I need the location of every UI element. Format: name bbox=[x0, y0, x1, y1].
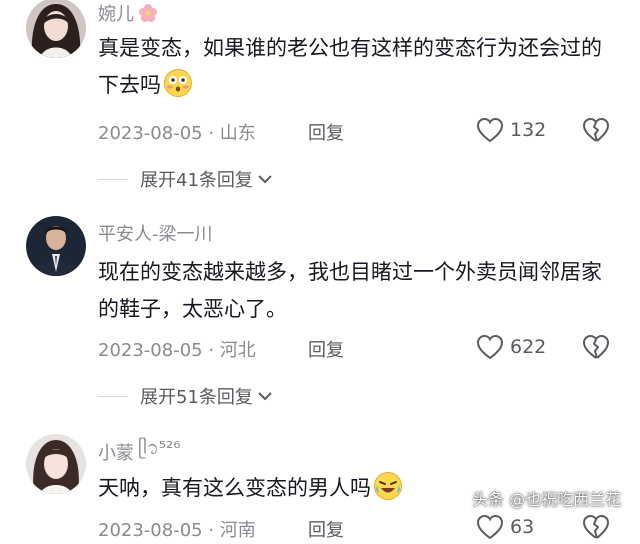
heart-icon bbox=[476, 514, 504, 540]
watermark-text: 头条 @也祝吃西兰花 bbox=[472, 490, 622, 509]
comment-meta: 2023-08-05 · 河北 回复 bbox=[98, 336, 344, 362]
dislike-button[interactable] bbox=[582, 117, 610, 147]
comment-date: 2023-08-05 bbox=[98, 340, 203, 361]
heart-icon bbox=[476, 334, 504, 360]
username[interactable]: 平安人-梁一川 bbox=[98, 220, 213, 246]
comment-date: 2023-08-05 bbox=[98, 520, 203, 541]
username[interactable]: 婉儿 bbox=[98, 0, 158, 26]
divider-line bbox=[98, 395, 128, 397]
chevron-down-icon bbox=[258, 392, 272, 401]
broken-heart-icon bbox=[583, 117, 610, 142]
watermark: 头条 @也祝吃西兰花 bbox=[472, 486, 621, 510]
comment-meta: 2023-08-05 · 河南 回复 bbox=[98, 516, 344, 542]
comment-text-content: 天呐，真有这么变态的男人吗 bbox=[98, 476, 371, 500]
username-text: 婉儿 bbox=[98, 4, 134, 25]
divider-line bbox=[98, 178, 128, 180]
reply-button[interactable]: 回复 bbox=[308, 119, 344, 145]
expand-replies-label: 展开51条回复 bbox=[140, 387, 253, 408]
expand-replies-label: 展开41条回复 bbox=[140, 170, 253, 191]
comment-location: 河北 bbox=[219, 340, 256, 361]
comment-location: 河南 bbox=[219, 520, 256, 541]
avatar[interactable] bbox=[26, 434, 86, 494]
broken-heart-icon bbox=[583, 334, 610, 359]
comment-date: 2023-08-05 bbox=[98, 123, 203, 144]
flower-icon bbox=[139, 4, 157, 22]
like-button[interactable]: 63 bbox=[476, 514, 534, 540]
username[interactable]: 小蒙 ᥫ᭡⁵²⁶ bbox=[98, 436, 180, 468]
broken-heart-icon bbox=[583, 514, 610, 539]
dislike-button[interactable] bbox=[582, 334, 610, 364]
username-text: 小蒙 bbox=[98, 443, 134, 464]
flushed-emoji-icon bbox=[164, 69, 192, 97]
comment-meta: 2023-08-05 · 山东 回复 bbox=[98, 119, 344, 145]
meta-separator: · bbox=[202, 340, 220, 361]
expand-replies-button[interactable]: 展开41条回复 bbox=[98, 166, 273, 192]
reply-button[interactable]: 回复 bbox=[308, 516, 344, 542]
heart-icon bbox=[476, 117, 504, 143]
like-count: 622 bbox=[510, 336, 547, 358]
like-button[interactable]: 132 bbox=[476, 117, 546, 143]
avatar[interactable] bbox=[26, 0, 86, 58]
dislike-button[interactable] bbox=[582, 514, 610, 544]
reply-button[interactable]: 回复 bbox=[308, 336, 344, 362]
avatar[interactable] bbox=[26, 216, 86, 276]
like-button[interactable]: 622 bbox=[476, 334, 546, 360]
comment-text: 真是变态，如果谁的老公也有这样的变态行为还会过的下去吗 bbox=[98, 30, 618, 104]
rofl-emoji-icon bbox=[374, 472, 402, 500]
chevron-down-icon bbox=[258, 175, 272, 184]
comment-text: 现在的变态越来越多，我也目睹过一个外卖员闻邻居家的鞋子，太恶心了。 bbox=[98, 254, 618, 328]
meta-separator: · bbox=[202, 123, 220, 144]
username-text: 平安人-梁一川 bbox=[98, 224, 213, 245]
username-suffix: ᥫ᭡⁵²⁶ bbox=[138, 438, 181, 459]
expand-replies-button[interactable]: 展开51条回复 bbox=[98, 383, 273, 409]
comment-location: 山东 bbox=[219, 123, 256, 144]
meta-separator: · bbox=[202, 520, 220, 541]
like-count: 132 bbox=[510, 119, 547, 141]
comment-text-content: 现在的变态越来越多，我也目睹过一个外卖员闻邻居家的鞋子，太恶心了。 bbox=[98, 260, 602, 321]
like-count: 63 bbox=[510, 516, 535, 538]
